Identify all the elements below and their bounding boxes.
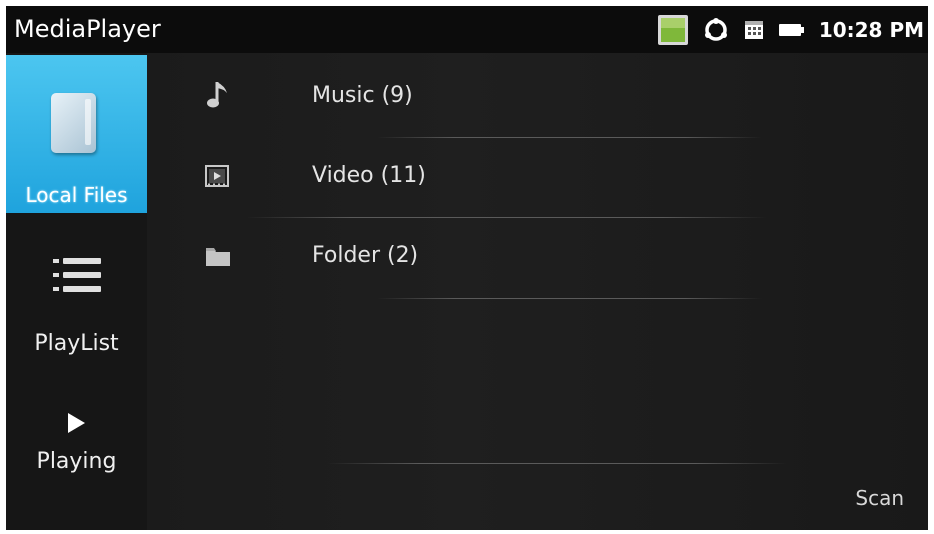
sidebar-item-local-files[interactable]: Local Files (6, 55, 147, 213)
sidebar-item-playlist[interactable]: PlayList (6, 248, 147, 358)
list-icon (53, 258, 101, 292)
battery-icon (778, 23, 804, 36)
folder-icon (206, 248, 230, 266)
scan-button[interactable]: Scan (855, 486, 904, 510)
list-divider (327, 463, 787, 464)
list-item-video[interactable]: Video (11) (147, 135, 928, 215)
sidebar-item-label: Local Files (25, 183, 128, 207)
sidebar-item-playing[interactable]: Playing (6, 408, 147, 488)
document-icon (51, 93, 96, 153)
sidebar-item-label: Playing (36, 449, 117, 474)
sidebar: Local Files PlayList Playing (6, 53, 147, 530)
sidebar-item-label: PlayList (34, 331, 119, 356)
app-title: MediaPlayer (14, 15, 161, 43)
sync-icon (704, 17, 727, 41)
status-bar: MediaPlayer 10:28 PM (6, 6, 928, 53)
calendar-icon (744, 20, 763, 39)
app-screen: MediaPlayer 10:28 PM Local Files PlayLis… (6, 6, 928, 530)
row-divider (377, 298, 762, 299)
music-note-icon (207, 82, 227, 108)
gallery-icon (657, 14, 688, 45)
list-item-label: Music (9) (312, 83, 413, 108)
play-icon (68, 413, 85, 433)
library-list: Music (9) Video (11) Folder (2) Scan (147, 53, 928, 530)
list-item-label: Folder (2) (312, 243, 419, 268)
list-item-folder[interactable]: Folder (2) (147, 215, 928, 295)
video-icon (205, 165, 229, 187)
clock: 10:28 PM (818, 17, 924, 42)
status-icons: 10:28 PM (657, 6, 928, 53)
list-item-label: Video (11) (312, 163, 426, 188)
list-item-music[interactable]: Music (9) (147, 55, 928, 135)
